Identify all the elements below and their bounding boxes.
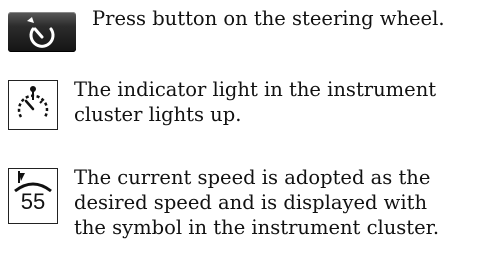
instruction-step: The indicator light in the instrument cl…	[8, 78, 454, 130]
cruise-control-indicator-icon	[8, 80, 58, 130]
instruction-text: Press button on the steering wheel.	[92, 7, 445, 30]
instruction-text: The indicator light in the instrument cl…	[74, 78, 437, 126]
instruction-step: 55 The current speed is adopted as the d…	[8, 166, 454, 240]
cruise-control-button-icon	[8, 12, 76, 52]
instruction-text: The current speed is adopted as the desi…	[74, 166, 440, 239]
instruction-step: Press button on the steering wheel.	[8, 7, 482, 52]
desired-speed-symbol-icon: 55	[8, 168, 58, 224]
speed-value: 55	[20, 189, 46, 214]
